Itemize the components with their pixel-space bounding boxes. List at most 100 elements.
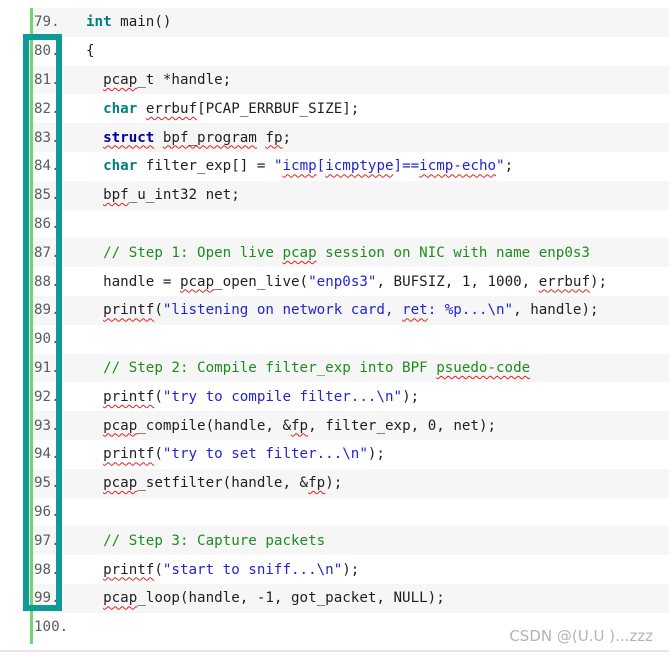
line-source: { bbox=[86, 43, 95, 59]
code-token: icmptype bbox=[325, 158, 394, 175]
code-token: psuedo-code bbox=[436, 359, 531, 376]
code-token: pcap bbox=[282, 244, 317, 261]
code-token: " bbox=[496, 158, 505, 175]
code-token: char bbox=[103, 100, 138, 117]
line-source: char errbuf[PCAP_ERRBUF_SIZE]; bbox=[86, 101, 359, 117]
line-source: // Step 2: Compile filter_exp into BPF p… bbox=[86, 360, 530, 376]
code-line: 83. struct bpf_program fp; bbox=[33, 123, 669, 152]
code-token: , filter_exp, 0, net); bbox=[308, 417, 497, 434]
code-token: session on NIC with name enp0s3 bbox=[316, 244, 590, 261]
code-token: pcap bbox=[179, 273, 215, 290]
code-line: 82. char errbuf[PCAP_ERRBUF_SIZE]; bbox=[33, 94, 669, 123]
line-source: struct bpf_program fp; bbox=[86, 130, 291, 146]
code-token: pcap bbox=[103, 590, 138, 607]
code-line: 88. handle = pcap_open_live("enp0s3", BU… bbox=[33, 267, 669, 296]
code-token: // Step 3: Capture packets bbox=[103, 532, 326, 549]
code-token: ; bbox=[504, 158, 514, 175]
line-source: char filter_exp[] = " icmp[icmptype]==icm… bbox=[86, 158, 513, 174]
code-token: ); bbox=[590, 273, 608, 290]
line-source: handle = pcap_open_live("enp0s3", BUFSIZ… bbox=[86, 274, 607, 290]
line-number: 100. bbox=[34, 619, 69, 636]
code-token: ]== bbox=[393, 158, 420, 175]
line-source: printf("try to compile filter...\n"); bbox=[86, 389, 419, 405]
code-line: 91. // Step 2: Compile filter_exp into B… bbox=[33, 353, 669, 383]
watermark: CSDN @(U.U )...zzz bbox=[509, 627, 653, 645]
code-line: 93. pcap_compile(handle, &fp, filter_exp… bbox=[33, 411, 669, 440]
code-token: printf bbox=[103, 388, 155, 405]
code-token: ); bbox=[367, 446, 385, 463]
code-line: 97. // Step 3: Capture packets bbox=[33, 526, 669, 556]
code-token: "enp0s3" bbox=[308, 273, 377, 290]
code-line: 79. int main() bbox=[33, 8, 669, 37]
code-token: : %p...\n" bbox=[427, 302, 514, 319]
code-line: 98. printf("start to sniff...\n"); bbox=[33, 555, 669, 584]
code-token: fp bbox=[265, 129, 283, 146]
code-line: 95. pcap_setfilter(handle, &fp); bbox=[33, 468, 669, 498]
code-token: pcap bbox=[103, 417, 138, 434]
code-token: pcap bbox=[103, 71, 138, 88]
code-token: struct bbox=[103, 129, 155, 146]
line-source: int main() bbox=[86, 14, 171, 30]
code-token: printf bbox=[103, 561, 155, 578]
code-block: 79. int main() 80.{81. pcap_t *handle; 82. … bbox=[30, 8, 669, 644]
code-token: [ bbox=[316, 158, 326, 175]
code-token: errbuf bbox=[538, 273, 590, 290]
code-token: handle = bbox=[86, 273, 180, 290]
line-number-highlight-box bbox=[23, 34, 62, 611]
code-token: ); bbox=[325, 475, 343, 492]
code-token: pcap bbox=[103, 475, 138, 492]
code-token: icmp-echo bbox=[419, 158, 497, 175]
code-token: fp bbox=[308, 475, 326, 492]
code-line: 92. printf("try to compile filter...\n")… bbox=[33, 382, 669, 411]
code-line: 89. printf("listening on network card, r… bbox=[33, 295, 669, 325]
code-token: ( bbox=[154, 446, 163, 463]
code-token: filter_exp[] = bbox=[137, 158, 274, 175]
code-token: ( bbox=[154, 302, 163, 319]
line-source: pcap_compile(handle, &fp, filter_exp, 0,… bbox=[86, 418, 496, 434]
line-source: pcap_setfilter(handle, &fp); bbox=[86, 475, 342, 491]
code-token: _loop(handle, -1, got_packet, NULL); bbox=[137, 590, 445, 607]
code-token: printf bbox=[103, 446, 155, 463]
code-line: 99. pcap_loop(handle, -1, got_packet, NU… bbox=[33, 583, 669, 613]
code-line: 94. printf("try to set filter...\n"); bbox=[33, 440, 669, 469]
code-token: main() bbox=[111, 14, 172, 31]
code-token: _t *handle; bbox=[137, 71, 232, 88]
code-token: errbuf bbox=[145, 100, 198, 117]
code-token: _compile(handle, & bbox=[137, 417, 292, 434]
line-source: // Step 3: Capture packets bbox=[86, 533, 325, 549]
code-line: 90. bbox=[33, 325, 669, 354]
code-token: // Step 2: Compile filter_exp into BPF bbox=[103, 359, 437, 376]
code-token: icmp bbox=[282, 158, 317, 175]
code-token: char bbox=[103, 158, 138, 175]
code-token: int bbox=[86, 14, 112, 31]
code-line: 85. bpf_u_int32 net; bbox=[33, 180, 669, 210]
code-token: // Step 1: Open live bbox=[103, 244, 283, 261]
line-source: pcap_loop(handle, -1, got_packet, NULL); bbox=[86, 590, 445, 606]
code-token: "listening on network card, bbox=[162, 302, 403, 319]
line-source: pcap_t *handle; bbox=[86, 72, 231, 88]
code-token: ret bbox=[402, 302, 428, 319]
code-token: fp bbox=[291, 417, 309, 434]
code-line: 81. pcap_t *handle; bbox=[33, 65, 669, 95]
code-token: "start to sniff...\n" bbox=[162, 561, 343, 578]
line-number: 79. bbox=[34, 14, 60, 31]
line-source: printf("try to set filter...\n"); bbox=[86, 446, 385, 462]
line-source: bpf_u_int32 net; bbox=[86, 187, 240, 203]
line-source: // Step 1: Open live pcap session on NIC… bbox=[86, 245, 590, 261]
code-token: _setfilter(handle, & bbox=[137, 475, 309, 492]
code-token: ); bbox=[402, 388, 420, 405]
